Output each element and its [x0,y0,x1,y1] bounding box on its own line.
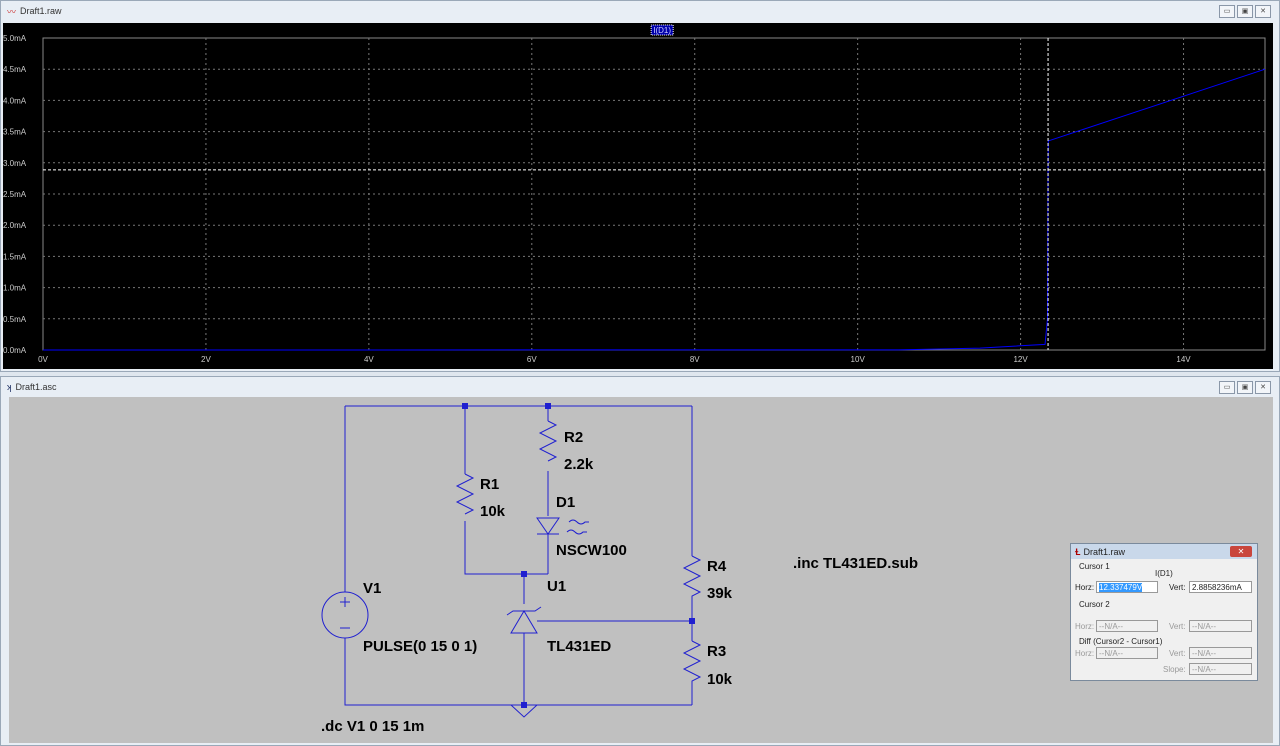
y-tick-label: 1.5mA [3,252,27,261]
u1-label: U1 [547,578,566,595]
minimize-button[interactable]: ▭ [1219,381,1235,394]
y-tick-label: 0.0mA [3,346,27,355]
trace-label: I(D1) [653,26,671,35]
schematic-title: Draft1.asc [15,382,57,392]
vert-field[interactable]: 2.8858236mA [1189,581,1252,593]
diff-horz-label: Horz: [1075,649,1095,658]
cursor1-label: Cursor 1 [1079,562,1110,571]
y-tick-label: 4.5mA [3,65,27,74]
plot-titlebar[interactable]: 〰 Draft1.raw [1,1,1279,21]
r1-value: 10k [480,503,506,520]
x-tick-label: 12V [1013,355,1028,364]
trace-name: I(D1) [1155,569,1173,578]
plot-title: Draft1.raw [20,6,62,16]
r2-value: 2.2k [564,456,594,473]
plot-window: 〰 Draft1.raw ▭ ▣ ✕ 0.0mA 0.5mA 1.0mA 1.5mA 2.0m… [0,0,1280,372]
inc-directive[interactable]: .inc TL431ED.sub [793,555,918,572]
horz2-label: Horz: [1075,622,1095,631]
diff-label: Diff (Cursor2 - Cursor1) [1079,637,1163,646]
diff-vert-field: --N/A-- [1189,647,1252,659]
maximize-button[interactable]: ▣ [1237,5,1253,18]
v1-label: V1 [363,580,381,597]
maximize-button[interactable]: ▣ [1237,381,1253,394]
y-tick-label: 2.5mA [3,190,27,199]
slope-label: Slope: [1163,665,1186,674]
minimize-button[interactable]: ▭ [1219,5,1235,18]
r4-label: R4 [707,558,727,575]
cursor-dialog: Ɫ Draft1.raw ✕ Cursor 1 I(D1) Horz: 12.33… [1070,543,1258,681]
horz2-field: --N/A-- [1096,620,1158,632]
ltspice-icon: Ɫ [1075,546,1081,557]
r3-value: 10k [707,671,733,688]
diff-vert-label: Vert: [1169,649,1186,658]
schematic-titlebar[interactable]: ʞ Draft1.asc [1,377,1279,397]
slope-field: --N/A-- [1189,663,1252,675]
y-tick-label: 3.0mA [3,159,27,168]
d1-label: D1 [556,494,575,511]
close-button[interactable]: ✕ [1255,5,1271,18]
x-tick-label: 10V [851,355,866,364]
y-tick-label: 1.0mA [3,284,27,293]
x-tick-label: 14V [1176,355,1191,364]
y-tick-label: 2.0mA [3,221,27,230]
plot-background [3,23,1273,369]
r4-value: 39k [707,585,733,602]
r3-label: R3 [707,643,726,660]
v1-value: PULSE(0 15 0 1) [363,638,477,655]
vert2-label: Vert: [1169,622,1186,631]
x-tick-label: 2V [201,355,211,364]
x-tick-label: 8V [690,355,700,364]
y-tick-label: 3.5mA [3,128,27,137]
y-tick-label: 0.5mA [3,315,27,324]
x-tick-label: 6V [527,355,537,364]
dc-directive[interactable]: .dc V1 0 15 1m [321,718,424,735]
horz-field[interactable]: 12.337479V [1099,583,1143,592]
vert2-field: --N/A-- [1189,620,1252,632]
waveform-plot[interactable]: 0.0mA 0.5mA 1.0mA 1.5mA 2.0mA 2.5mA 3.0mA 3.5mA… [3,23,1273,369]
d1-value: NSCW100 [556,542,627,559]
diff-horz-field: --N/A-- [1096,647,1158,659]
x-tick-label: 4V [364,355,374,364]
r1-label: R1 [480,476,499,493]
schematic-icon: ʞ [7,382,12,392]
dialog-close-button[interactable]: ✕ [1230,546,1252,557]
u1-value: TL431ED [547,638,611,655]
vert-label: Vert: [1169,583,1186,592]
y-tick-label: 5.0mA [3,34,27,43]
waveform-icon: 〰 [7,6,17,17]
horz-label: Horz: [1075,583,1095,592]
cursor2-label: Cursor 2 [1079,600,1110,609]
r2-label: R2 [564,429,583,446]
dialog-title: Draft1.raw [1083,546,1126,557]
y-tick-label: 4.0mA [3,96,27,105]
x-tick-label: 0V [38,355,48,364]
close-button[interactable]: ✕ [1255,381,1271,394]
